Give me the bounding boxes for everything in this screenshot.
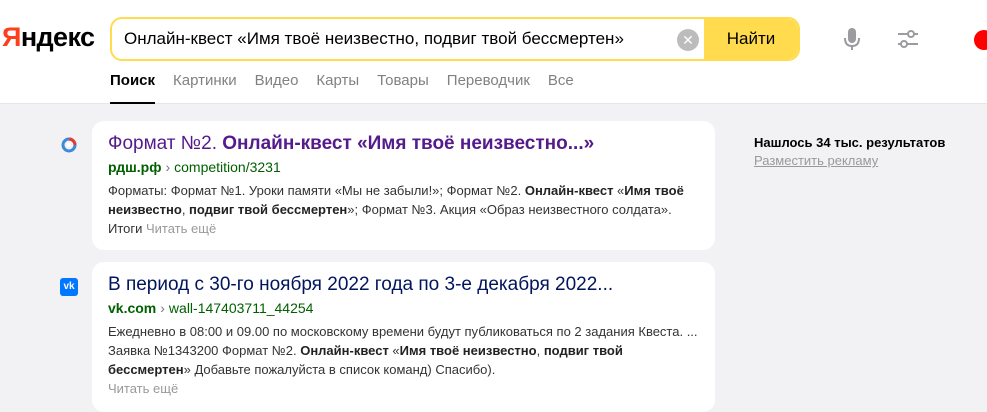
results-sidebar: Нашлось 34 тыс. результатов Разместить р… <box>754 135 945 168</box>
logo-letter-ya: Я <box>2 22 21 52</box>
find-button[interactable]: Найти <box>704 19 798 59</box>
snippet-text: « <box>613 183 625 198</box>
snippet-text: Форматы: Формат №1. Уроки памяти «Мы не … <box>108 183 525 198</box>
filters-icon[interactable] <box>896 26 920 52</box>
result-title-text: Формат №2. <box>108 133 223 154</box>
snippet-text: , <box>536 343 544 358</box>
read-more-link[interactable]: Читать ещё <box>146 221 216 236</box>
breadcrumb-separator: › <box>160 300 165 316</box>
snippet-text: » Добавьте пожалуйста в список команд) С… <box>183 362 496 377</box>
microphone-icon[interactable] <box>841 26 863 52</box>
tab-all[interactable]: Все <box>548 72 574 104</box>
tab-video[interactable]: Видео <box>255 72 299 104</box>
result-domain-link[interactable]: vk.com <box>108 300 156 316</box>
result-url: рдш.рф › competition/3231 <box>108 158 699 176</box>
clear-icon[interactable]: ✕ <box>677 29 699 51</box>
snippet-highlight: подвиг твой бессмертен <box>189 202 348 217</box>
search-input[interactable] <box>124 29 680 49</box>
advertise-link[interactable]: Разместить рекламу <box>754 153 945 168</box>
result-title-link[interactable]: В период с 30-го ноября 2022 года по 3-е… <box>108 274 699 296</box>
yandex-logo[interactable]: Яндекс <box>2 22 95 53</box>
tab-search[interactable]: Поиск <box>110 72 156 104</box>
avatar[interactable] <box>974 30 987 50</box>
snippet-text: , <box>181 202 190 217</box>
vk-favicon-icon: vk <box>60 278 78 296</box>
tab-images[interactable]: Картинки <box>173 72 237 104</box>
search-result: В период с 30-го ноября 2022 года по 3-е… <box>92 262 715 412</box>
result-title-link[interactable]: Формат №2. Онлайн-квест «Имя твоё неизве… <box>108 133 699 155</box>
snippet-highlight: Имя твоё неизвестно <box>399 343 537 358</box>
breadcrumb-separator: › <box>165 159 171 175</box>
rdsh-favicon-icon <box>61 137 77 153</box>
result-snippet-footer: Читать ещё <box>108 379 699 398</box>
results-count: Нашлось 34 тыс. результатов <box>754 135 946 150</box>
search-box: ✕ Найти <box>110 17 800 61</box>
snippet-text: « <box>388 343 400 358</box>
search-tabs: Поиск Картинки Видео Карты Товары Перево… <box>110 72 574 104</box>
result-url: vk.com › wall-147403711_44254 <box>108 299 699 317</box>
snippet-highlight: Онлайн-квест <box>300 343 389 358</box>
result-domain-link[interactable]: рдш.рф <box>108 159 161 175</box>
tab-maps[interactable]: Карты <box>316 72 359 104</box>
result-snippet: Форматы: Формат №1. Уроки памяти «Мы не … <box>108 181 699 238</box>
result-snippet: Ежедневно в 08:00 и 09.00 по московскому… <box>108 322 699 379</box>
header: Яндекс ✕ Найти Поиск Картинки Видео Карт… <box>0 0 987 104</box>
result-title-bold: Онлайн-квест «Имя твоё неизвестно...» <box>222 133 595 154</box>
logo-text: ндекс <box>20 22 95 52</box>
result-path-link[interactable]: competition/3231 <box>174 159 281 175</box>
search-result: Формат №2. Онлайн-квест «Имя твоё неизве… <box>92 121 715 250</box>
tab-products[interactable]: Товары <box>377 72 429 104</box>
tab-translator[interactable]: Переводчик <box>447 72 530 104</box>
read-more-link[interactable]: Читать ещё <box>108 381 178 396</box>
snippet-highlight: Онлайн-квест <box>524 183 614 198</box>
result-path-link[interactable]: wall-147403711_44254 <box>169 300 314 316</box>
